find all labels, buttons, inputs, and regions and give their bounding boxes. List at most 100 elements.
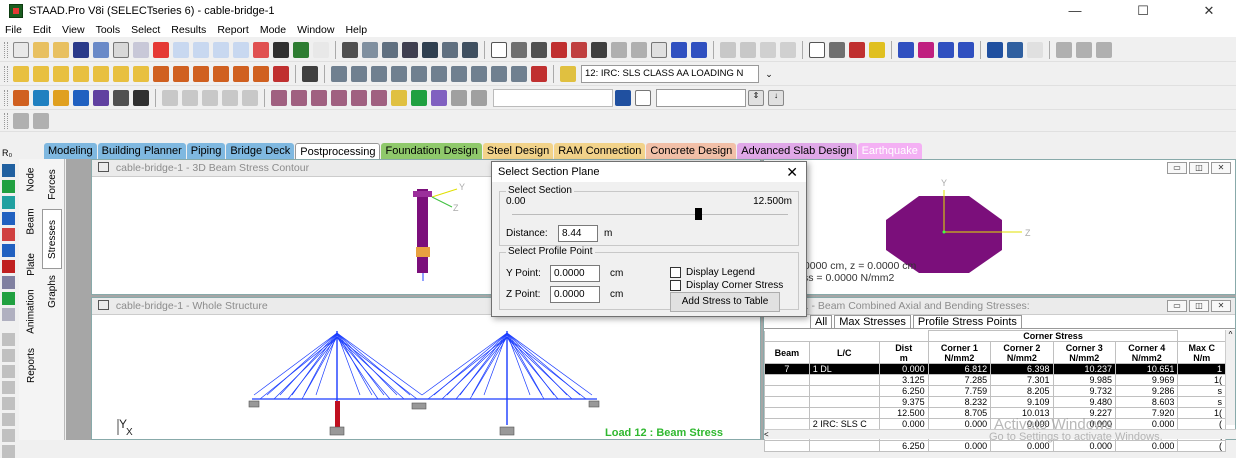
snap-plate-icon[interactable] [202, 89, 218, 106]
rotate-icon[interactable] [780, 41, 796, 58]
zoom-out-icon[interactable] [371, 65, 387, 82]
menu-view[interactable]: View [62, 24, 85, 36]
close-child-icon[interactable]: ✕ [1211, 300, 1231, 312]
zoom-previous-icon[interactable] [411, 65, 427, 82]
menu-mode[interactable]: Mode [260, 24, 286, 36]
whole-structure-window[interactable]: cable-bridge-1 - Whole Structure Y X Loa… [91, 297, 761, 440]
tool-1-icon[interactable] [2, 333, 15, 346]
tool-5-icon[interactable] [2, 397, 15, 410]
tab-foundation-design[interactable]: Foundation Design [381, 143, 482, 159]
results-4-icon[interactable] [331, 89, 347, 106]
display-legend-checkbox[interactable] [670, 267, 681, 278]
tab-bridge-deck[interactable]: Bridge Deck [226, 143, 295, 159]
erase-icon[interactable] [253, 41, 269, 58]
toolbar-grip[interactable] [4, 65, 8, 82]
plates-cursor-icon[interactable] [53, 89, 69, 106]
tab-concrete-design[interactable]: Concrete Design [646, 143, 737, 159]
geometry-cursor-icon[interactable] [113, 89, 129, 106]
label-beams-icon[interactable] [33, 112, 49, 129]
stress-table-window[interactable]: bridge-1 - Beam Combined Axial and Bendi… [763, 297, 1236, 452]
chart-icon[interactable] [1007, 41, 1023, 58]
pan-icon[interactable] [451, 65, 467, 82]
report-icon[interactable] [382, 41, 398, 58]
tab-forces[interactable]: Forces [42, 159, 62, 209]
select-beam-icon[interactable] [2, 164, 15, 177]
toolbar-grip[interactable] [4, 41, 8, 58]
tab-earthquake[interactable]: Earthquake [857, 143, 922, 159]
save-icon[interactable] [73, 41, 89, 58]
tab-node[interactable]: Node [21, 159, 41, 199]
tab-piping[interactable]: Piping [186, 143, 226, 159]
chevron-down-icon[interactable]: ⌄ [761, 66, 777, 82]
select-surface-icon[interactable] [2, 212, 15, 225]
tab-advanced-slab-design[interactable]: Advanced Slab Design [737, 143, 857, 159]
spin-up-down-icon[interactable]: ⇕ [748, 89, 764, 106]
new-view-icon[interactable] [471, 65, 487, 82]
tab-max-stresses[interactable]: Max Stresses [834, 315, 911, 328]
zoom-in-icon[interactable] [351, 65, 367, 82]
snap-beam-icon[interactable] [182, 89, 198, 106]
display-window-icon[interactable] [302, 65, 318, 82]
label-icon[interactable] [671, 41, 687, 58]
shaded-view-icon[interactable] [531, 65, 547, 82]
results-dropdown[interactable] [493, 88, 613, 107]
surfaces-cursor-icon[interactable] [93, 89, 109, 106]
label-nodes-icon[interactable] [13, 112, 29, 129]
tool-8-icon[interactable] [2, 445, 15, 458]
help-icon[interactable] [651, 41, 667, 58]
solids-cursor-icon[interactable] [73, 89, 89, 106]
select-solid-icon[interactable] [2, 196, 15, 209]
col-lc-header[interactable]: L/C [808, 341, 880, 364]
snap-line-icon[interactable] [242, 89, 258, 106]
tab-profile-stress-points[interactable]: Profile Stress Points [912, 315, 1022, 328]
renumber-icon[interactable] [869, 41, 885, 58]
beam-t-icon[interactable] [958, 41, 974, 58]
results-8-icon[interactable] [411, 89, 427, 106]
undo-more-icon[interactable] [233, 41, 249, 58]
redo-more-icon[interactable] [213, 41, 229, 58]
menu-results[interactable]: Results [171, 24, 206, 36]
rotate-right-icon[interactable] [213, 65, 229, 82]
tool-7-icon[interactable] [2, 429, 15, 442]
load-case-icon[interactable] [560, 65, 576, 82]
snapshot-icon[interactable] [422, 41, 438, 58]
snap-node-icon[interactable] [162, 89, 178, 106]
tool-6-icon[interactable] [2, 413, 15, 426]
results-table-icon[interactable] [615, 89, 631, 106]
whole-structure-view[interactable]: Y X Load 12 : Beam Stress [92, 315, 760, 439]
magnifier-icon[interactable] [511, 65, 527, 82]
table-row[interactable]: 3.125 7.285 7.301 9.985 9.969 1( [764, 374, 1226, 386]
tool-4-icon[interactable] [2, 381, 15, 394]
col-corner2-header[interactable]: Corner 2 N/mm2 [990, 341, 1054, 364]
grid-icon[interactable] [531, 41, 547, 58]
arrow-icon[interactable] [691, 41, 707, 58]
view-left-icon[interactable] [73, 65, 89, 82]
view-bottom-icon[interactable] [133, 65, 149, 82]
merge-icon[interactable] [849, 41, 865, 58]
select-plate-icon[interactable] [2, 180, 15, 193]
tab-reports[interactable]: Reports [21, 339, 41, 391]
scale-input[interactable] [656, 88, 746, 107]
maximize-button[interactable]: ☐ [1120, 0, 1166, 22]
tab-ram-connection[interactable]: RAM Connection [554, 143, 646, 159]
menu-edit[interactable]: Edit [33, 24, 51, 36]
display-corner-stress-checkbox[interactable] [670, 280, 681, 291]
close-button[interactable]: ✕ [1186, 0, 1232, 22]
dialog-titlebar[interactable]: Select Section Plane ✕ [492, 162, 806, 182]
results-3-icon[interactable] [311, 89, 327, 106]
results-2-icon[interactable] [291, 89, 307, 106]
col-max-header[interactable]: Max C N/m [1177, 341, 1226, 364]
beams-cursor-icon[interactable] [33, 89, 49, 106]
table-row[interactable]: 71 DL 0.000 6.812 6.398 10.237 10.651 1 [764, 363, 1226, 375]
results-7-icon[interactable] [391, 89, 407, 106]
results-5-icon[interactable] [351, 89, 367, 106]
camera-icon[interactable] [402, 41, 418, 58]
nodes-cursor-icon[interactable] [13, 89, 29, 106]
color-icon[interactable] [918, 41, 934, 58]
minimize-button[interactable]: — [1052, 0, 1098, 22]
dimension-icon[interactable] [551, 41, 567, 58]
physical-cursor-icon[interactable] [133, 89, 149, 106]
view-right-icon[interactable] [93, 65, 109, 82]
translational-repeat-icon[interactable] [720, 41, 736, 58]
select-node-icon[interactable] [2, 260, 15, 273]
